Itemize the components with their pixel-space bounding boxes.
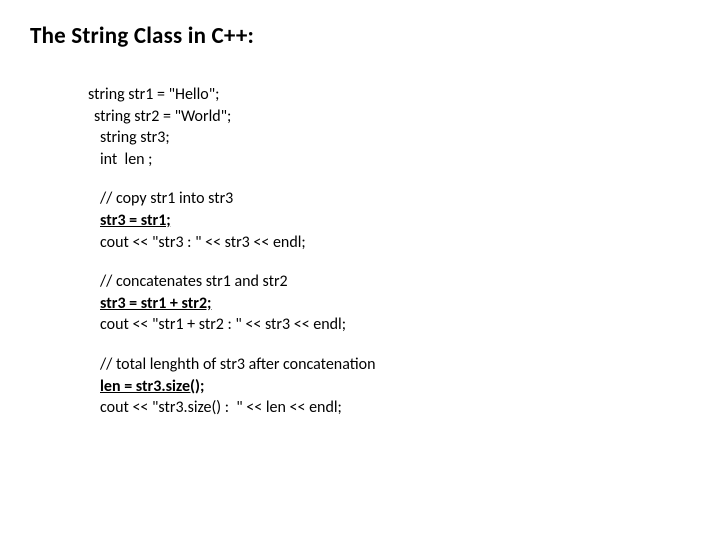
code-comment: // total lenghth of str3 after concatena… bbox=[88, 354, 690, 376]
code-line: string str1 = "Hello"; bbox=[88, 84, 690, 106]
code-block: string str1 = "Hello"; string str2 = "Wo… bbox=[88, 84, 690, 419]
code-comment: // concatenates str1 and str2 bbox=[88, 271, 690, 293]
spacer bbox=[88, 253, 690, 271]
code-line: string str3; bbox=[88, 127, 690, 149]
slide-title: The String Class in C++: bbox=[30, 22, 690, 50]
slide: The String Class in C++: string str1 = "… bbox=[0, 0, 720, 419]
code-line: cout << "str1 + str2 : " << str3 << endl… bbox=[88, 314, 690, 336]
code-emphasis: len = str3.size(); bbox=[88, 376, 690, 398]
code-comment: // copy str1 into str3 bbox=[88, 188, 690, 210]
spacer bbox=[88, 170, 690, 188]
code-line: string str2 = "World"; bbox=[88, 106, 690, 128]
spacer bbox=[88, 336, 690, 354]
code-emphasis: str3 = str1; bbox=[88, 210, 690, 232]
code-line: cout << "str3.size() : " << len << endl; bbox=[88, 397, 690, 419]
code-line: cout << "str3 : " << str3 << endl; bbox=[88, 232, 690, 254]
code-emphasis: str3 = str1 + str2; bbox=[88, 293, 690, 315]
code-line: int len ; bbox=[88, 149, 690, 171]
